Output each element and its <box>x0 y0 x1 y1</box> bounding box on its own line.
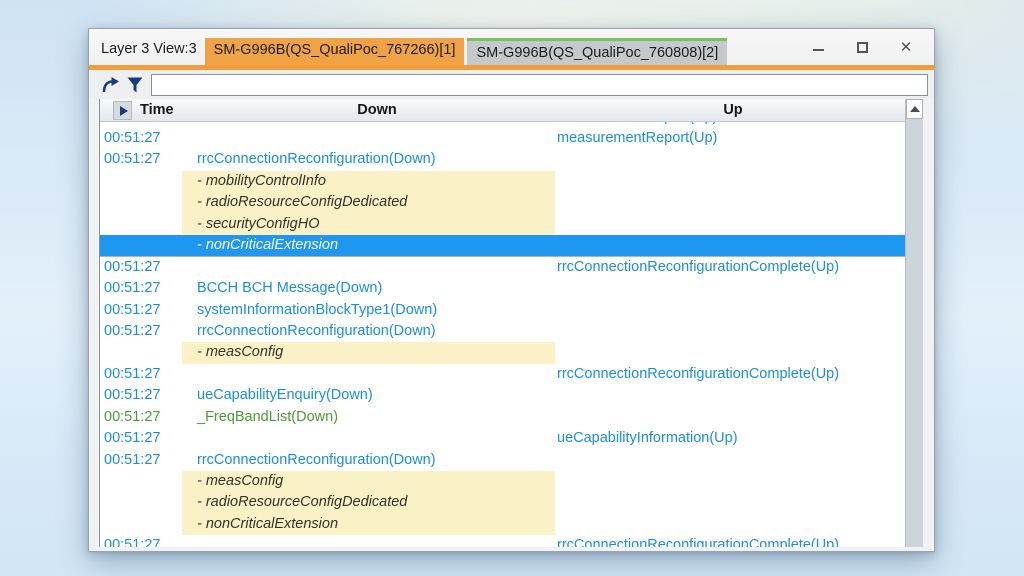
row-time: 00:51:27 <box>104 257 160 278</box>
row-up-message: measurementReport(Up) <box>557 128 717 149</box>
log-message-row[interactable]: 00:51:27 rrcConnectionReconfiguration(Dow… <box>100 321 905 342</box>
log-detail-row[interactable]: - radioResourceConfigDedicated <box>100 192 905 213</box>
detail-text: - nonCriticalExtension <box>197 514 338 535</box>
log-message-row[interactable]: 00:51:27 ueCapabilityInformation(Up) <box>100 428 905 449</box>
row-time: 00:51:27 <box>104 407 160 428</box>
log-message-row[interactable]: 00:51:27 measurementReport(Up) <box>100 128 905 149</box>
jump-arrow-icon <box>102 77 120 93</box>
filter-input[interactable] <box>151 74 928 96</box>
maximize-icon <box>857 42 868 53</box>
row-time: 00:51:27 <box>104 535 160 547</box>
toolbar <box>89 70 934 99</box>
row-down-message: rrcConnectionReconfiguration(Down) <box>197 149 436 170</box>
log-message-row[interactable]: 00:51:27 BCCH BCH Message(Down) <box>100 278 905 299</box>
row-down-message: rrcConnectionReconfiguration(Down) <box>197 450 436 471</box>
window-title: Layer 3 View:3 <box>101 41 197 57</box>
row-down-message: rrcConnectionReconfiguration(Down) <box>197 321 436 342</box>
row-down-message: ueCapabilityEnquiry(Down) <box>197 385 373 406</box>
device-tabs: SM-G996B(QS_QualiPoc_767266)[1] SM-G996B… <box>205 29 731 65</box>
row-down-message: _FreqBandList(Down) <box>197 407 338 428</box>
row-up-message: ueCapabilityInformation(Up) <box>557 428 738 449</box>
minimize-button[interactable] <box>796 32 840 62</box>
log-detail-row[interactable]: - nonCriticalExtension <box>100 514 905 535</box>
row-time: 00:51:27 <box>104 385 160 406</box>
vertical-scrollbar[interactable] <box>905 99 923 547</box>
log-message-row[interactable]: 00:51:27 rrcConnectionReconfigurationComp… <box>100 257 905 278</box>
detail-text: - radioResourceConfigDedicated <box>197 492 407 513</box>
close-icon: ✕ <box>900 40 913 55</box>
log-message-row[interactable]: 00:51:27 systemInformationBlockType1(Down… <box>100 300 905 321</box>
scroll-up-icon <box>910 106 920 112</box>
scrollbar-up-button[interactable] <box>906 99 923 119</box>
log-message-row[interactable]: 00:51:27 rrcConnectionReconfigurationComp… <box>100 535 905 547</box>
close-button[interactable]: ✕ <box>884 32 928 62</box>
jump-to-button[interactable] <box>99 73 122 96</box>
log-detail-row[interactable]: - measConfig <box>100 471 905 492</box>
row-time: 00:51:27 <box>104 364 160 385</box>
play-icon <box>120 106 128 116</box>
log-message-row[interactable]: 00:51:27 rrcConnectionReconfiguration(Dow… <box>100 450 905 471</box>
window-controls: ✕ <box>796 29 928 65</box>
row-time: 00:51:27 <box>104 450 160 471</box>
detail-text: - measConfig <box>197 471 283 492</box>
log-message-row[interactable]: 00:51:27 rrcConnectionReconfiguration(Dow… <box>100 149 905 170</box>
row-up-message: rrcConnectionReconfigurationComplete(Up) <box>557 364 839 385</box>
log-detail-row[interactable]: - mobilityControlInfo <box>100 171 905 192</box>
log-message-row[interactable]: 00:51:27 rrcConnectionReconfigurationComp… <box>100 364 905 385</box>
detail-text: - nonCriticalExtension <box>197 235 338 256</box>
row-time: 00:51:27 <box>104 428 160 449</box>
desktop-background: Layer 3 View:3 SM-G996B(QS_QualiPoc_7672… <box>0 0 1024 576</box>
detail-text: - securityConfigHO <box>197 214 319 235</box>
row-down-message: BCCH BCH Message(Down) <box>197 278 382 299</box>
row-time: 00:51:27 <box>104 149 160 170</box>
filter-button[interactable] <box>123 73 146 96</box>
scrollbar-track[interactable] <box>906 119 923 547</box>
log-message-row[interactable]: 00:51:27 _FreqBandList(Down) <box>100 407 905 428</box>
minimize-icon <box>813 49 824 51</box>
log-detail-row[interactable]: - nonCriticalExtension <box>100 235 905 256</box>
log-message-row[interactable]: 00:51:27 ueCapabilityEnquiry(Down) <box>100 385 905 406</box>
column-header-down[interactable]: Down <box>357 99 396 121</box>
message-log-table: Time Down Up measurementReport(Up)00:51:… <box>99 99 923 547</box>
row-time: 00:51:27 <box>104 300 160 321</box>
detail-text: - measConfig <box>197 342 283 363</box>
play-button[interactable] <box>113 101 132 120</box>
row-up-message: rrcConnectionReconfigurationComplete(Up) <box>557 535 839 547</box>
tab-device-1[interactable]: SM-G996B(QS_QualiPoc_767266)[1] <box>205 38 465 65</box>
detail-text: - radioResourceConfigDedicated <box>197 192 407 213</box>
row-time: 00:51:27 <box>104 321 160 342</box>
table-body: measurementReport(Up)00:51:27 measurement… <box>100 122 905 547</box>
filter-icon <box>127 77 143 93</box>
maximize-button[interactable] <box>840 32 884 62</box>
column-header-up[interactable]: Up <box>723 99 742 121</box>
row-up-message: rrcConnectionReconfigurationComplete(Up) <box>557 257 839 278</box>
log-detail-row[interactable]: - radioResourceConfigDedicated <box>100 492 905 513</box>
tab-device-2[interactable]: SM-G996B(QS_QualiPoc_760808)[2] <box>467 38 727 65</box>
window-titlebar[interactable]: Layer 3 View:3 SM-G996B(QS_QualiPoc_7672… <box>89 29 934 65</box>
row-down-message: systemInformationBlockType1(Down) <box>197 300 437 321</box>
layer3-view-window: Layer 3 View:3 SM-G996B(QS_QualiPoc_7672… <box>88 28 935 552</box>
row-time: 00:51:27 <box>104 128 160 149</box>
table-header[interactable]: Time Down Up <box>100 99 905 122</box>
detail-text: - mobilityControlInfo <box>197 171 326 192</box>
log-detail-row[interactable]: - measConfig <box>100 342 905 363</box>
row-time: 00:51:27 <box>104 278 160 299</box>
column-header-time[interactable]: Time <box>140 99 174 121</box>
log-detail-row[interactable]: - securityConfigHO <box>100 214 905 235</box>
